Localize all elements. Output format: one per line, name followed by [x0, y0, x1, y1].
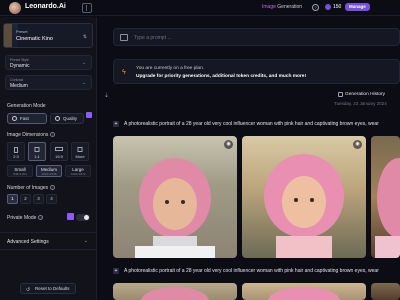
advanced-settings-toggle[interactable]: Advanced Settings ⌄ [0, 232, 96, 250]
portrait-image [135, 158, 215, 258]
generated-image[interactable] [371, 283, 400, 300]
num-images-1-button[interactable]: 1 [7, 194, 18, 204]
mode-quality-button[interactable]: Quality [50, 113, 84, 124]
lightning-icon: ϟ [122, 69, 126, 76]
top-bar: Leonardo.Ai Image Generation ? 150 Manag… [0, 0, 400, 16]
sidebar-toggle-icon[interactable] [82, 3, 92, 13]
settings-sidebar: Preset Cinematic Kino ⇅ Preset Style Dyn… [0, 17, 97, 300]
square-ratio-icon [34, 147, 40, 152]
sort-icon[interactable]: ⇣ [104, 92, 109, 99]
banner-line-2: Upgrade for priority generations, additi… [136, 74, 307, 79]
plus-icon[interactable]: + [113, 268, 119, 274]
preset-style-label: Preset Style [10, 58, 29, 62]
info-icon: i [50, 185, 56, 191]
manage-button[interactable]: Manage [345, 3, 370, 11]
chevron-down-icon: ⌄ [81, 80, 86, 86]
prompt-input[interactable]: Type a prompt ... [113, 28, 400, 46]
upgrade-banner[interactable]: ϟ You are currently on a free plan. Upgr… [113, 59, 400, 84]
reset-icon: ↺ [26, 287, 31, 293]
advanced-settings-label: Advanced Settings [7, 239, 49, 245]
chevron-down-icon: ⌄ [83, 238, 88, 244]
prompt-placeholder: Type a prompt ... [134, 35, 172, 41]
num-images-4-button[interactable]: 4 [46, 194, 57, 204]
landscape-ratio-icon [55, 147, 63, 151]
eye-icon[interactable]: ◉ [353, 140, 362, 149]
updown-arrows-icon: ⇅ [82, 34, 87, 40]
portrait-image [141, 287, 209, 300]
history-icon [338, 92, 343, 97]
help-icon[interactable]: ? [312, 4, 319, 11]
num-images-2-button[interactable]: 2 [20, 194, 31, 204]
ratio-more-button[interactable]: More [71, 142, 89, 161]
size-small-button[interactable]: Small 848×1264 [7, 165, 33, 177]
more-ratio-icon [77, 147, 83, 152]
portrait-image [375, 158, 400, 258]
generated-image[interactable]: ◉ [242, 136, 366, 258]
preset-selector[interactable]: Preset Cinematic Kino ⇅ [3, 23, 93, 48]
image-upload-icon[interactable] [120, 34, 128, 41]
token-count: 150 [333, 4, 342, 10]
token-icon [325, 4, 331, 10]
preset-value: Cinematic Kino [16, 36, 53, 42]
portrait-image [268, 287, 340, 300]
size-large-button[interactable]: Large 1248×1872 [65, 165, 91, 177]
eye-icon[interactable]: ◉ [224, 140, 233, 149]
lock-icon [67, 213, 74, 220]
lightning-icon [12, 116, 17, 121]
size-medium-button[interactable]: Medium 1024×1536 [36, 165, 62, 177]
contrast-select[interactable]: Contrast Medium ⌄ [5, 75, 92, 90]
number-of-images-title: Number of Images i [7, 185, 56, 191]
brand-name: Leonardo.Ai [25, 3, 66, 10]
reset-defaults-button[interactable]: ↺ Reset to Defaults [20, 283, 76, 294]
generated-image[interactable] [371, 136, 400, 258]
ratio-1-1-button[interactable]: 1:1 [28, 142, 46, 161]
diamond-icon [55, 116, 60, 121]
contrast-label: Contrast [10, 78, 24, 82]
portrait-image [264, 154, 344, 258]
preset-label: Preset [16, 29, 28, 34]
preset-style-select[interactable]: Preset Style Dynamic ⌄ [5, 55, 92, 70]
banner-line-1: You are currently on a free plan. [136, 66, 205, 71]
portrait-ratio-icon [14, 147, 18, 153]
generated-image[interactable] [242, 283, 366, 300]
info-icon: i [50, 132, 56, 138]
preset-style-value: Dynamic [10, 63, 30, 69]
ratio-2-3-button[interactable]: 2:3 [7, 142, 25, 161]
generated-image[interactable] [113, 283, 237, 300]
mode-fast-button[interactable]: Fast [7, 113, 47, 124]
page-title: Image Generation [262, 4, 303, 10]
contrast-value: Medium [10, 83, 28, 89]
generation-mode-title: Generation Mode [7, 103, 46, 109]
generation-history-link[interactable]: Generation History [345, 92, 385, 97]
generation-date: Tuesday, 23 January 2024 [334, 101, 387, 106]
chevron-down-icon: ⌄ [81, 60, 86, 66]
private-mode-toggle[interactable] [76, 214, 90, 221]
plus-icon[interactable]: + [113, 121, 119, 127]
private-mode-title: Private Mode i [7, 215, 44, 221]
num-images-3-button[interactable]: 3 [33, 194, 44, 204]
generated-image[interactable]: ◉ [113, 136, 237, 258]
ratio-16-9-button[interactable]: 16:9 [50, 142, 68, 161]
premium-badge-icon [86, 112, 92, 118]
image-dimensions-title: Image Dimensions i [7, 132, 56, 138]
info-icon: i [38, 215, 44, 221]
generation-prompt-row: + A photorealistic portrait of a 28 year … [113, 268, 379, 274]
avatar[interactable] [9, 2, 21, 14]
generation-prompt-row: + A photorealistic portrait of a 28 year … [113, 121, 379, 127]
